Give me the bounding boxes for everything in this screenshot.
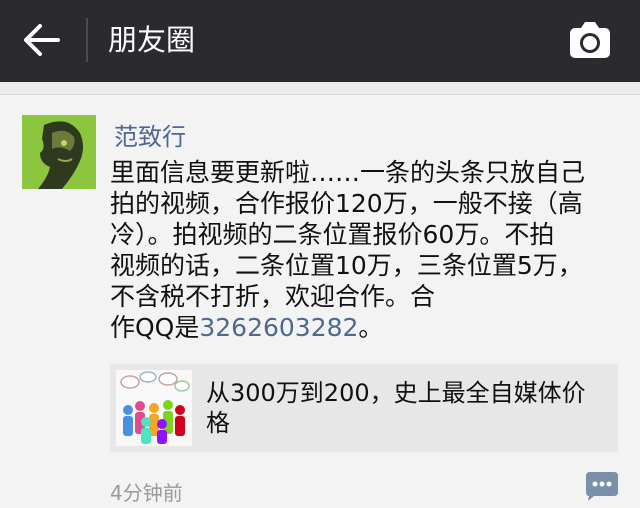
shared-link-title-line: 从300万到200，史上最全自媒体价 [206,379,586,407]
post-text: 里面信息要更新啦……一条的头条只放自己 拍的视频，合作报价120万，一般不接（高… [110,157,620,343]
post-text-line: 拍的视频，合作报价120万，一般不接（高 [110,189,583,218]
page-title: 朋友圈 [108,23,196,57]
post-text-line: 视频的话，二条位置10万，三条位置5万， [110,251,583,280]
top-bar: 朋友圈 [0,0,640,82]
back-arrow-icon[interactable] [22,22,62,58]
qq-number-link[interactable]: 3262603282 [199,313,358,342]
avatar[interactable] [22,115,96,189]
shared-link-title: 从300万到200，史上最全自媒体价 格 [206,378,601,438]
shared-link-title-line: 格 [206,409,230,437]
post-text-line: 不含税不打折，欢迎合作。合 [110,282,436,311]
comment-icon[interactable] [582,468,622,502]
post-timestamp: 4分钟前 [110,481,183,505]
post-text-line-last: 作QQ是3262603282。 [110,312,620,343]
post-text-line: 里面信息要更新啦……一条的头条只放自己 [110,158,586,187]
moment-post: 范致行 里面信息要更新啦……一条的头条只放自己 拍的视频，合作报价120万，一般… [0,95,640,508]
feed-top-strip [0,82,640,95]
post-text-fragment: 作QQ是 [110,313,200,342]
shared-link-thumbnail [116,370,192,446]
camera-icon[interactable] [568,20,612,60]
post-text-tail: 。 [358,313,384,342]
author-name[interactable]: 范致行 [114,117,186,152]
post-text-line: 冷）。拍视频的二条位置报价60万。不拍 [110,220,555,249]
header-divider [86,18,88,62]
shared-link-card[interactable]: 从300万到200，史上最全自媒体价 格 [110,364,618,452]
